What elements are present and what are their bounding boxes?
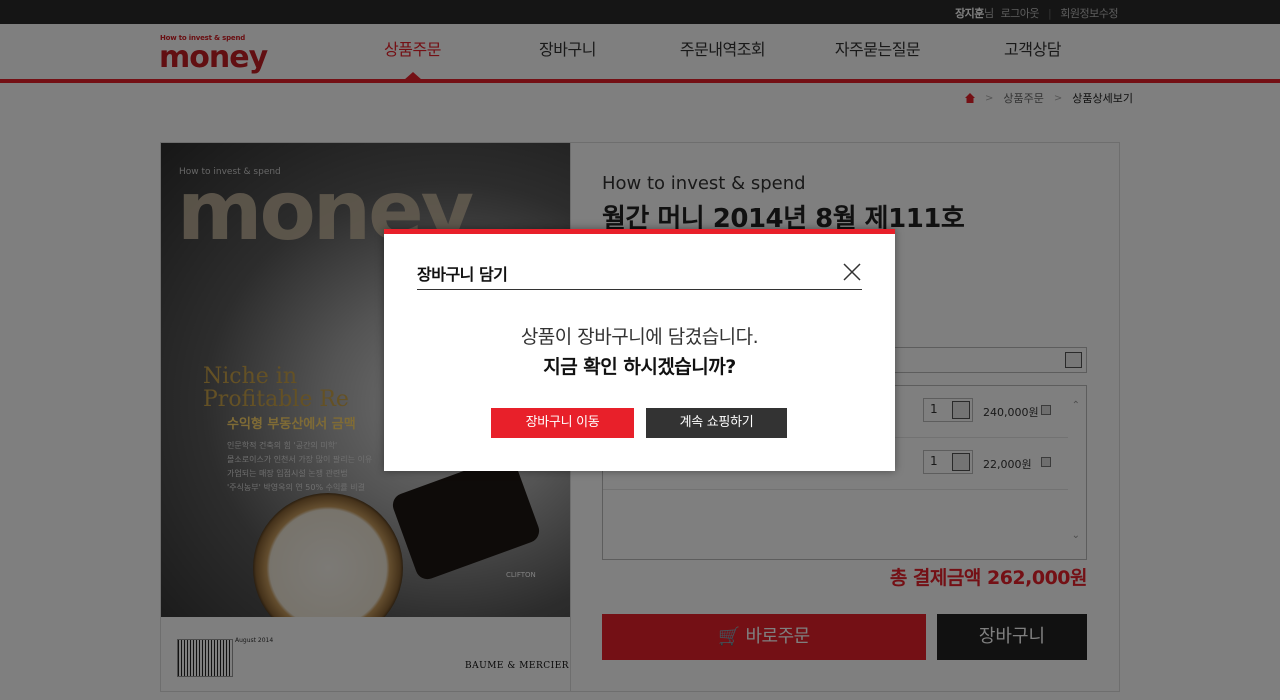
cart-added-dialog: 장바구니 담기 상품이 장바구니에 담겼습니다. 지금 확인 하시겠습니까? 장… (384, 229, 895, 471)
close-icon[interactable] (841, 261, 863, 283)
dialog-title: 장바구니 담기 (417, 265, 508, 284)
dialog-divider (417, 289, 862, 290)
dialog-message: 상품이 장바구니에 담겼습니다. (520, 326, 759, 348)
dialog-question: 지금 확인 하시겠습니까? (543, 356, 736, 378)
continue-shopping-button[interactable]: 계속 쇼핑하기 (646, 408, 787, 438)
go-to-cart-button[interactable]: 장바구니 이동 (491, 408, 634, 438)
